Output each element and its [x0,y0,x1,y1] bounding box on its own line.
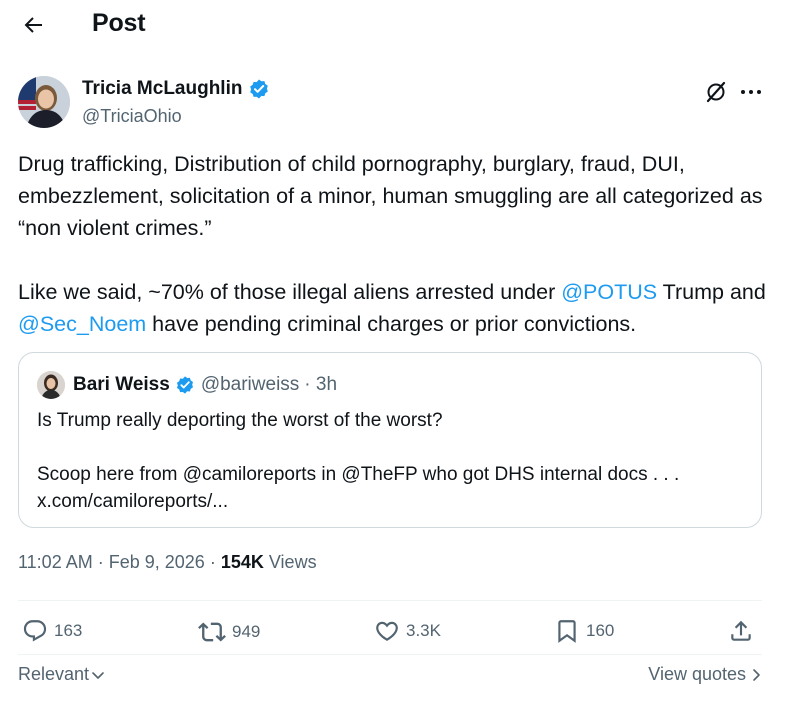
post-time[interactable]: 11:02 AM [18,552,93,572]
page-title: Post [92,9,146,37]
view-quotes-link[interactable]: View quotes [648,664,762,685]
quoted-line-2: Scoop here from @camiloreports in @TheFP… [37,464,680,485]
author-handle[interactable]: @TriciaOhio [82,106,182,127]
tweet-paragraph-2: Like we said, ~70% of those illegal alie… [18,276,773,340]
more-horizontal-icon [741,90,761,94]
author-row: Tricia McLaughlin @TriciaOhio [18,74,768,132]
sort-replies-dropdown[interactable]: Relevant [18,664,105,685]
mention-sec-noem-link[interactable]: @Sec_Noem [18,312,146,336]
quoted-post-text: Is Trump really deporting the worst of t… [37,407,737,515]
quoted-author-handle: @bariweiss [200,374,300,395]
verified-badge-icon [176,376,193,394]
bookmark-button[interactable]: 160 [554,618,614,644]
quoted-post-header: Bari Weiss @bariweiss · 3h [37,371,337,399]
tweet-text-segment: Trump and [657,280,766,304]
post-date[interactable]: Feb 9, 2026 [109,552,205,572]
bookmark-icon [558,620,576,643]
quoted-avatar [37,371,65,399]
tweet-text-segment: have pending criminal charges or prior c… [146,312,637,336]
post-meta: 11:02 AM · Feb 9, 2026 · 154K Views [18,552,317,573]
view-quotes-label: View quotes [648,664,746,684]
share-button[interactable] [728,618,754,644]
author-name[interactable]: Tricia McLaughlin [82,78,270,100]
views-count: 154K [220,552,264,572]
avatar-image [18,76,70,128]
quoted-author-name: Bari Weiss [73,374,170,395]
divider [18,600,762,601]
tweet-paragraph-1: Drug trafficking, Distribution of child … [18,152,763,240]
divider [18,654,762,655]
share-icon [731,620,751,641]
repost-count: 949 [232,622,261,641]
separator-dot: · [209,552,221,572]
chevron-right-icon [753,668,760,681]
quoted-post-card[interactable]: Bari Weiss @bariweiss · 3h Is Trump real… [18,352,762,528]
mention-potus-link[interactable]: @POTUS [561,280,657,304]
tweet-text-segment: Like we said, ~70% of those illegal alie… [18,280,562,304]
views-label: Views [268,552,317,572]
action-bar: 163 949 3.3K 160 [18,612,762,652]
page-header: Post [0,0,800,52]
replies-controls: Relevant View quotes [18,662,762,688]
reply-button[interactable]: 163 [22,618,82,644]
grok-button[interactable] [702,78,730,106]
tweet-text: Drug trafficking, Distribution of child … [18,148,773,340]
repost-button[interactable]: 949 [198,618,260,646]
reply-count: 163 [54,621,83,640]
quoted-line-1: Is Trump really deporting the worst of t… [37,410,443,431]
bookmark-count: 160 [586,621,615,640]
heart-icon [376,621,398,641]
chevron-down-icon [92,671,104,679]
repost-icon [198,622,226,642]
quoted-line-3: x.com/camiloreports/... [37,491,229,512]
arrow-left-icon [24,17,42,33]
like-button[interactable]: 3.3K [374,618,441,644]
more-options-button[interactable] [736,78,766,106]
grok-icon [706,81,726,103]
separator-dot: · [97,552,109,572]
verified-badge-icon [250,79,269,99]
quoted-post-time: · 3h [304,374,338,395]
avatar[interactable] [18,76,70,128]
back-button[interactable] [18,10,48,40]
sort-label: Relevant [18,664,90,684]
author-name-text: Tricia McLaughlin [82,78,243,99]
reply-icon [23,620,47,642]
like-count: 3.3K [406,621,441,640]
